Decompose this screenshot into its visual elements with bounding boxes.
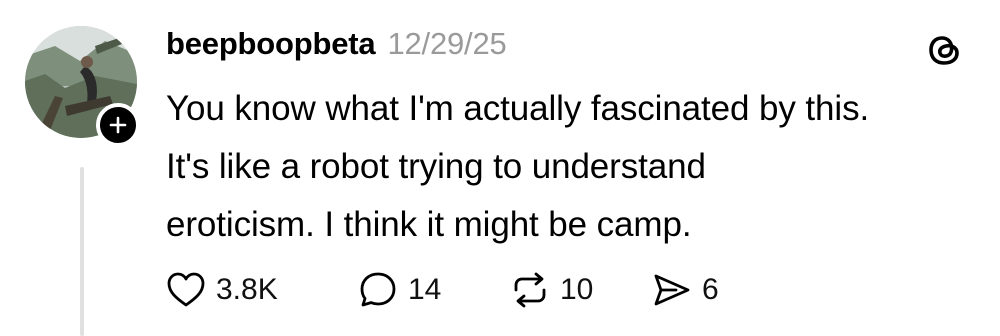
- send-icon: [654, 274, 690, 306]
- share-count: 6: [702, 273, 719, 306]
- post-text-line: You know what I'm actually fascinated by…: [166, 89, 870, 128]
- post-text-line: eroticism. I think it might be camp.: [166, 205, 692, 244]
- post-text: You know what I'm actually fascinated by…: [166, 80, 986, 254]
- post-text-line: It's like a robot trying to understand: [166, 147, 706, 186]
- follow-button[interactable]: [96, 103, 140, 147]
- post-header: beepboopbeta 12/29/25: [166, 26, 507, 66]
- like-button[interactable]: 3.8K: [164, 268, 356, 312]
- repost-count: 10: [560, 273, 594, 306]
- username[interactable]: beepboopbeta: [166, 26, 376, 62]
- heart-icon: [167, 272, 205, 307]
- plus-icon: [109, 116, 127, 134]
- share-button[interactable]: 6: [650, 268, 719, 312]
- repost-button[interactable]: 10: [508, 268, 650, 312]
- repost-icon: [514, 272, 546, 308]
- thread-connector-line: [80, 167, 84, 336]
- timestamp: 12/29/25: [387, 26, 507, 61]
- thread-post: beepboopbeta 12/29/25 You know what I'm …: [0, 0, 1000, 336]
- comment-button[interactable]: 14: [356, 268, 508, 312]
- comment-bubble-icon: [360, 272, 396, 307]
- comment-count: 14: [408, 273, 442, 306]
- like-count: 3.8K: [216, 273, 278, 306]
- action-bar: 3.8K 14 10 6: [164, 268, 719, 312]
- threads-logo-icon: [925, 30, 965, 70]
